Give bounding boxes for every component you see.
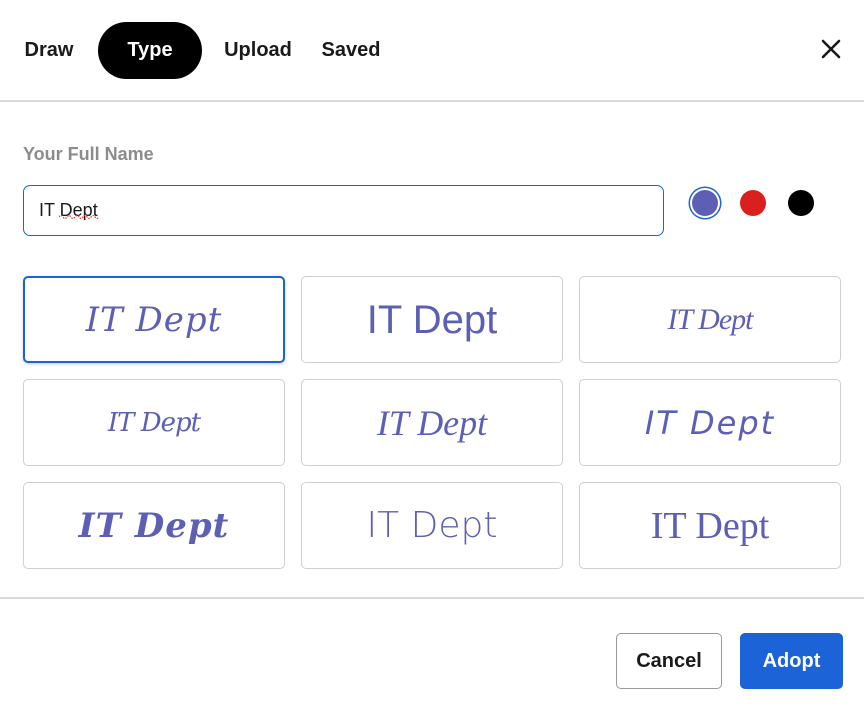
full-name-label: Your Full Name <box>23 144 154 164</box>
signature-style-1[interactable]: IT Dept <box>23 276 285 363</box>
adopt-button[interactable]: Adopt <box>740 633 843 689</box>
signature-style-7[interactable]: IT Dept <box>23 482 285 569</box>
signature-style-9[interactable]: IT Dept <box>579 482 841 569</box>
signature-style-3[interactable]: IT Dept <box>579 276 841 363</box>
signature-style-8[interactable]: IT Dept <box>301 482 563 569</box>
tab-upload[interactable]: Upload <box>216 22 300 79</box>
tab-bar: Draw Type Upload Saved <box>0 0 864 102</box>
signature-preview: IT Dept <box>366 297 498 342</box>
signature-preview: IT Dept <box>366 504 498 546</box>
signature-preview: IT Dept <box>667 302 754 336</box>
close-button[interactable] <box>820 38 842 60</box>
tab-saved[interactable]: Saved <box>314 22 388 79</box>
tab-type[interactable]: Type <box>98 22 202 79</box>
signature-style-2[interactable]: IT Dept <box>301 276 563 363</box>
cancel-button[interactable]: Cancel <box>616 633 722 689</box>
signature-style-5[interactable]: IT Dept <box>301 379 563 466</box>
full-name-input[interactable] <box>23 185 664 236</box>
footer-divider <box>0 597 864 599</box>
signature-preview: IT Dept <box>376 402 488 443</box>
signature-preview: IT Dept <box>107 407 201 438</box>
close-icon <box>821 39 841 59</box>
signature-preview: IT Dept <box>85 299 223 340</box>
signature-style-6[interactable]: IT Dept <box>579 379 841 466</box>
spellcheck-underline <box>59 214 99 220</box>
color-swatch-black[interactable] <box>788 190 814 216</box>
signature-preview: IT Dept <box>78 505 230 546</box>
signature-style-4[interactable]: IT Dept <box>23 379 285 466</box>
signature-preview: IT Dept <box>650 504 770 547</box>
color-swatch-blue[interactable] <box>692 190 718 216</box>
tab-draw[interactable]: Draw <box>14 22 84 79</box>
color-swatch-red[interactable] <box>740 190 766 216</box>
signature-preview: IT Dept <box>644 403 776 442</box>
